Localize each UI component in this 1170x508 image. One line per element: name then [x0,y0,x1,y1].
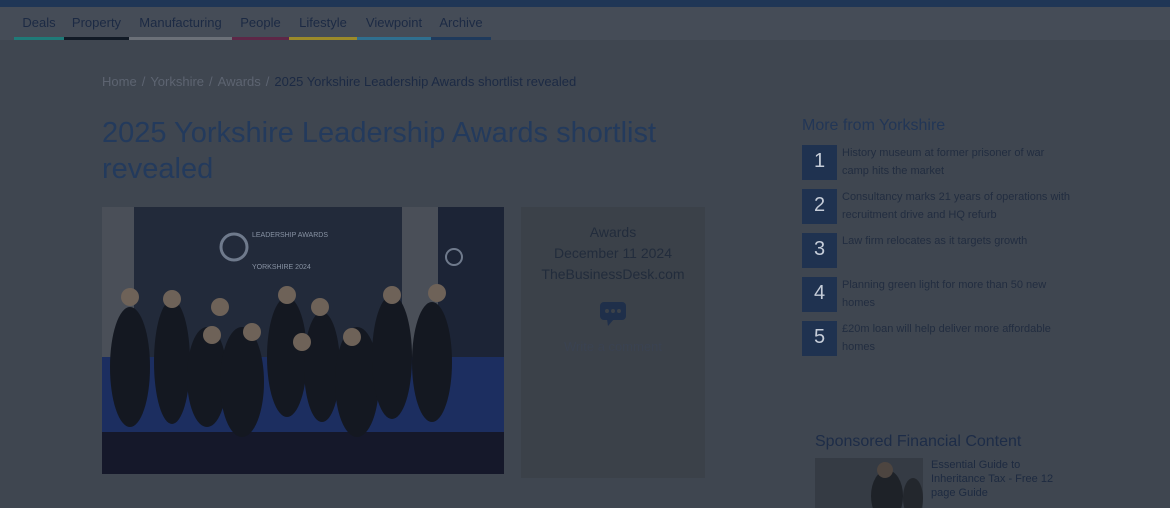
sidebar-item-text: £20m loan will help deliver more afforda… [842,323,1051,353]
nav-item-label: Lifestyle [299,15,347,30]
nav-item-deals[interactable]: Deals [14,7,64,40]
nav-underline [129,37,232,40]
article-source: TheBusinessDesk.com [541,266,685,282]
article-category[interactable]: Awards [521,222,705,243]
sponsored-thumbnail[interactable] [815,458,923,508]
article-date: December 11 2024 [553,245,673,261]
top-accent-bar [0,0,1170,7]
write-comment-link[interactable]: Write a comment [521,339,705,354]
sidebar-item[interactable]: 3 Law firm relocates as it targets growt… [802,233,1072,269]
nav-underline [14,37,64,40]
breadcrumb-separator: / [141,74,146,89]
nav-item-manufacturing[interactable]: Manufacturing [129,7,232,40]
rank-number: 5 [802,321,837,356]
photo-banner-sub: YORKSHIRE 2024 [252,264,311,271]
nav-item-label: Manufacturing [139,15,222,30]
rank-number: 1 [802,145,837,180]
sidebar-title: More from Yorkshire [802,117,946,134]
sidebar-item-text: Law firm relocates as it targets growth [842,235,1028,247]
nav-item-property[interactable]: Property [64,7,129,40]
article-title: 2025 Yorkshire Leadership Awards shortli… [102,117,657,185]
article-meta-box: Awards December 11 2024 TheBusinessDesk.… [521,207,705,478]
sidebar-item[interactable]: 2 Consultancy marks 21 years of operatio… [802,189,1072,225]
sponsored-title: Sponsored Financial Content [815,433,1022,450]
photo-banner-text: LEADERSHIP AWARDS [252,232,328,239]
sidebar-item-text: Planning green light for more than 50 ne… [842,279,1047,309]
breadcrumb-separator: / [265,74,270,89]
nav-item-people[interactable]: People [232,7,289,40]
rank-number: 2 [802,189,837,224]
breadcrumb-section[interactable]: Awards [218,74,261,89]
nav-item-lifestyle[interactable]: Lifestyle [289,7,357,40]
sidebar-item-text: Consultancy marks 21 years of operations… [842,191,1071,221]
rank-number: 4 [802,277,837,312]
article-photo: LEADERSHIP AWARDS YORKSHIRE 2024 [102,207,504,474]
breadcrumb-separator: / [209,74,213,89]
award-group-photo: LEADERSHIP AWARDS YORKSHIRE 2024 [102,207,504,474]
nav-item-label: Deals [22,15,56,30]
sidebar-item-text: History museum at former prisoner of war… [842,147,1045,177]
sidebar-item[interactable]: 1 History museum at former prisoner of w… [802,145,1072,181]
nav-underline [289,37,357,40]
nav-underline [64,37,129,40]
nav-item-viewpoint[interactable]: Viewpoint [357,7,431,40]
nav-item-label: Viewpoint [365,15,423,30]
rank-number: 3 [802,233,837,268]
nav-item-archive[interactable]: Archive [431,7,491,40]
breadcrumb-current: 2025 Yorkshire Leadership Awards shortli… [274,74,577,89]
sponsored-item-text[interactable]: Essential Guide to Inheritance Tax - Fre… [931,458,1071,500]
sidebar-item[interactable]: 4 Planning green light for more than 50 … [802,277,1072,313]
breadcrumb: Home / Yorkshire / Awards / 2025 Yorkshire Lea… [102,74,576,89]
nav-item-label: Archive [439,15,483,30]
nav-underline [232,37,289,40]
nav-item-label: Property [71,15,122,30]
speech-bubble-icon[interactable] [598,299,628,329]
sidebar-item[interactable]: 5 £20m loan will help deliver more affor… [802,321,1072,357]
section-nav: Deals Property Manufacturing People Life… [0,7,1170,40]
nav-underline [431,37,491,40]
breadcrumb-region[interactable]: Yorkshire [150,74,204,89]
nav-underline [357,37,431,40]
breadcrumb-home[interactable]: Home [102,74,137,89]
nav-item-label: People [240,15,281,30]
